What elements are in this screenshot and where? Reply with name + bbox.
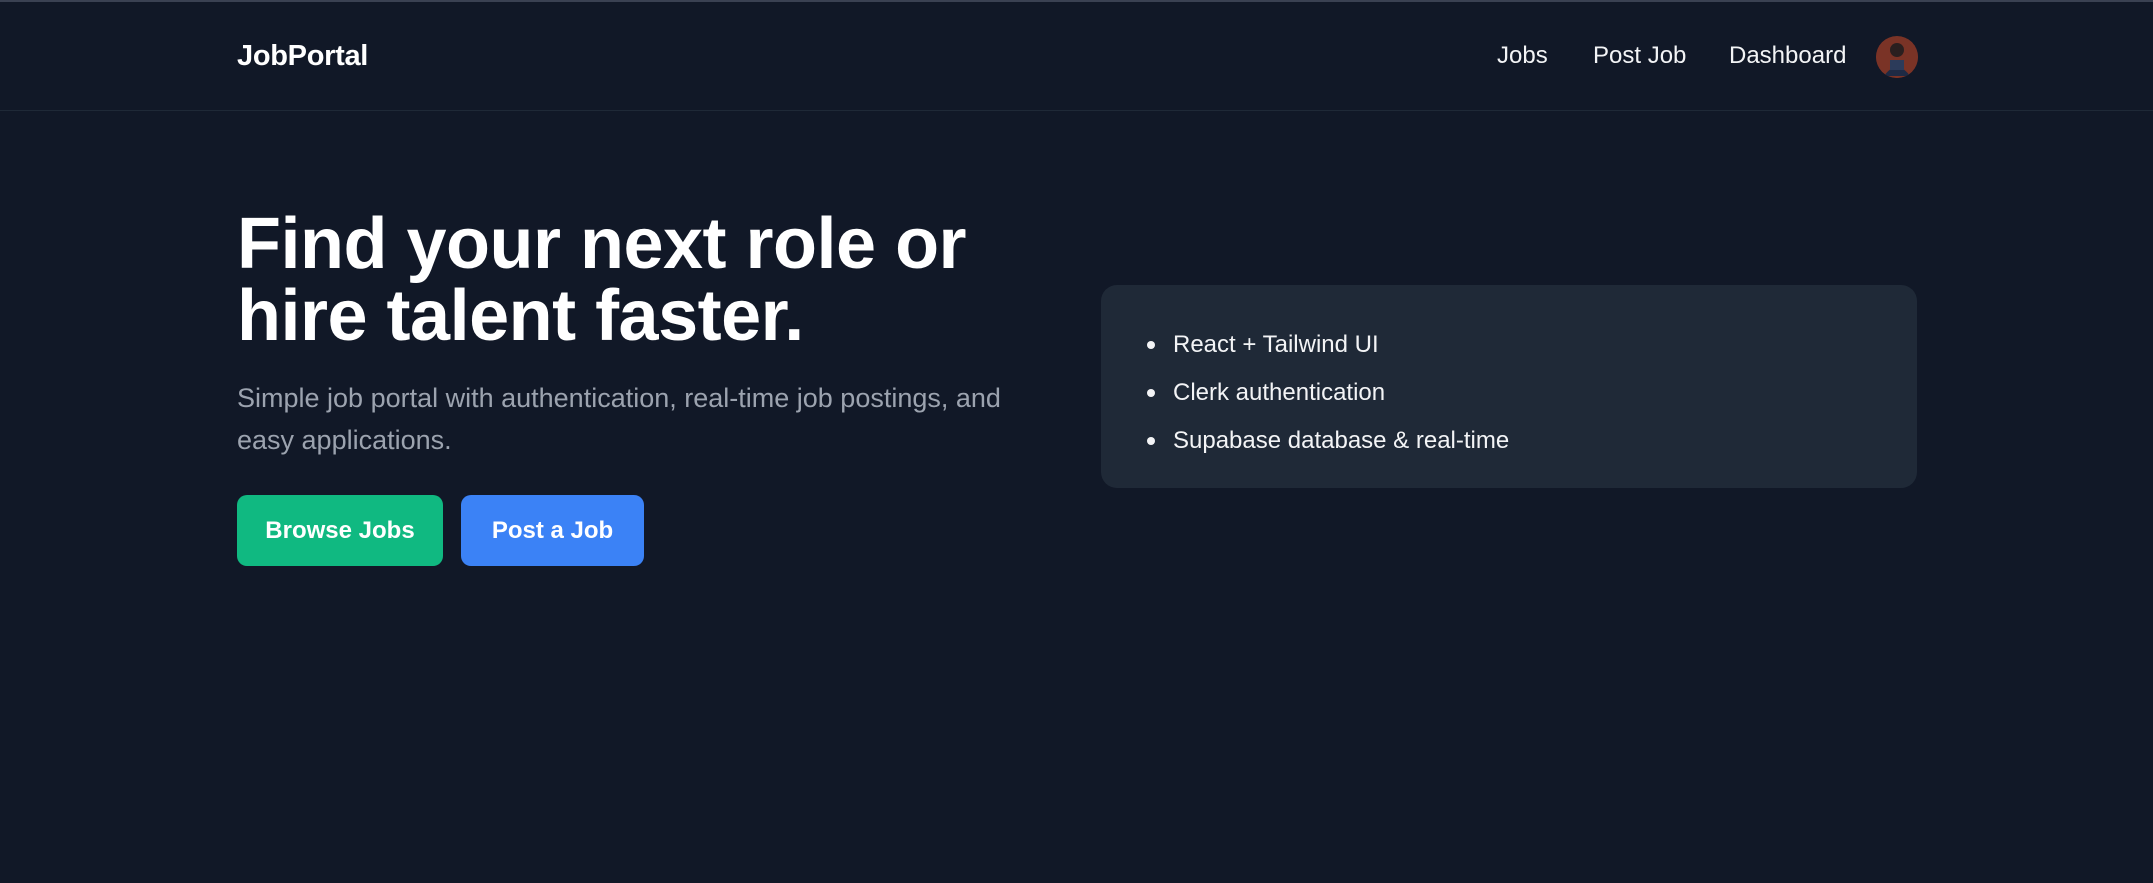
feature-item: Supabase database & real-time [1147,417,1509,465]
nav-link-jobs[interactable]: Jobs [1497,42,1548,70]
brand-logo[interactable]: JobPortal [237,40,368,73]
hero-subtitle: Simple job portal with authentication, r… [237,383,1001,455]
top-navbar: JobPortal Jobs Post Job Dashboard [0,2,2153,111]
bullet-icon [1147,341,1155,349]
feature-label: Supabase database & real-time [1173,427,1510,454]
feature-item: React + Tailwind UI [1147,321,1509,369]
post-a-job-button[interactable]: Post a Job [461,495,644,566]
nav-link-post-job[interactable]: Post Job [1593,42,1686,70]
nav-link-dashboard[interactable]: Dashboard [1729,42,1846,70]
features-list: React + Tailwind UI Clerk authentication… [1147,321,1509,465]
feature-label: Clerk authentication [1173,379,1386,406]
feature-label: React + Tailwind UI [1173,331,1379,358]
bullet-icon [1147,437,1155,445]
user-avatar-icon[interactable] [1876,36,1918,78]
bullet-icon [1147,389,1155,397]
hero-title-line2: hire talent faster. [237,276,804,356]
avatar-image [1876,36,1918,78]
feature-item: Clerk authentication [1147,369,1509,417]
features-card: React + Tailwind UI Clerk authentication… [1101,285,1917,488]
hero-title: Find your next role or hire talent faste… [237,208,1097,352]
hero-title-line1: Find your next role or [237,204,967,284]
browse-jobs-button[interactable]: Browse Jobs [237,495,443,566]
